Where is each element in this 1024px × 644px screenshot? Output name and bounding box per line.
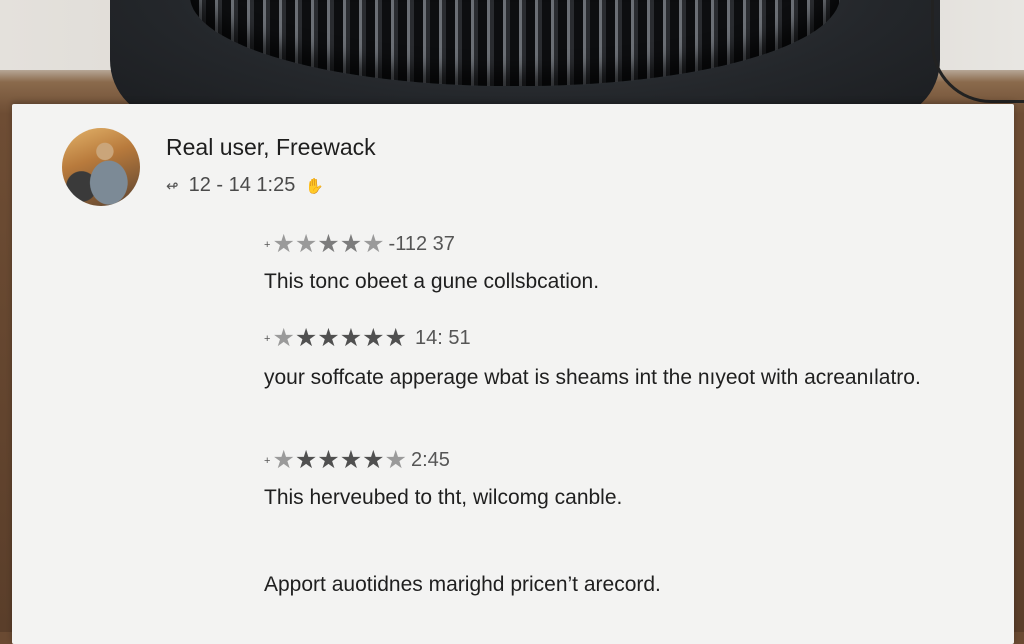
rating-row: + ★ ★ ★ ★ ★ ★ 14: 51 bbox=[264, 326, 964, 351]
review-item-1: + ★ ★ ★ ★ ★ -112 37 This tonc obeet a gu… bbox=[264, 232, 599, 299]
star-icon: ★ bbox=[362, 230, 385, 258]
star-icon: ★ bbox=[317, 230, 340, 258]
avatar[interactable] bbox=[62, 128, 140, 206]
star-icon: ★ bbox=[294, 230, 318, 258]
rating-row: + ★ ★ ★ ★ ★ -112 37 bbox=[264, 232, 599, 257]
star-icon: ★ bbox=[384, 324, 407, 352]
star-icon: ★ bbox=[294, 446, 318, 474]
star-icon: ★ bbox=[362, 324, 385, 352]
star-icon: ★ bbox=[272, 230, 295, 258]
review-text: This herveubed to tht, wilcomg canble. bbox=[264, 486, 623, 509]
review-text: This tonc obeet a gune collsbcation. bbox=[264, 270, 600, 293]
rating-time: 14: 51 bbox=[414, 327, 471, 349]
star-icon: ★ bbox=[362, 446, 385, 474]
star-icon: ★ bbox=[272, 324, 295, 352]
footer-text: Apport auotidnes marighd pricen’t arecor… bbox=[264, 573, 661, 596]
star-icon: ★ bbox=[339, 230, 363, 258]
star-icon: ★ bbox=[294, 324, 318, 352]
star-icon: ★ bbox=[339, 446, 363, 474]
star-icon: ★ bbox=[384, 446, 407, 474]
star-icon: ★ bbox=[317, 446, 340, 474]
rating-time: -112 37 bbox=[388, 233, 455, 255]
power-cable bbox=[931, 0, 1024, 103]
reply-arrow-icon[interactable]: ↫ bbox=[166, 177, 179, 195]
review-item-2: + ★ ★ ★ ★ ★ ★ 14: 51 your soffcate apper… bbox=[264, 326, 964, 395]
star-icon: ★ bbox=[272, 446, 295, 474]
user-name[interactable]: Real user, Freewack bbox=[166, 134, 376, 161]
post-timestamp: 12 - 14 1:25 bbox=[188, 174, 296, 196]
review-text: your soffcate apperage wbat is sheams in… bbox=[264, 366, 921, 389]
plus-icon: + bbox=[264, 332, 271, 345]
rating-row: + ★ ★ ★ ★ ★ ★ 2:45 bbox=[264, 448, 622, 473]
plus-icon: + bbox=[264, 454, 271, 467]
hand-icon: ✋ bbox=[305, 177, 325, 195]
star-icon: ★ bbox=[339, 324, 363, 352]
plus-icon: + bbox=[264, 238, 271, 251]
review-item-3: + ★ ★ ★ ★ ★ ★ 2:45 This herveubed to tht… bbox=[264, 448, 622, 515]
post-meta: ↫ 12 - 14 1:25 ✋ bbox=[166, 174, 324, 197]
rating-time: 2:45 bbox=[410, 449, 450, 471]
star-icon: ★ bbox=[317, 324, 340, 352]
